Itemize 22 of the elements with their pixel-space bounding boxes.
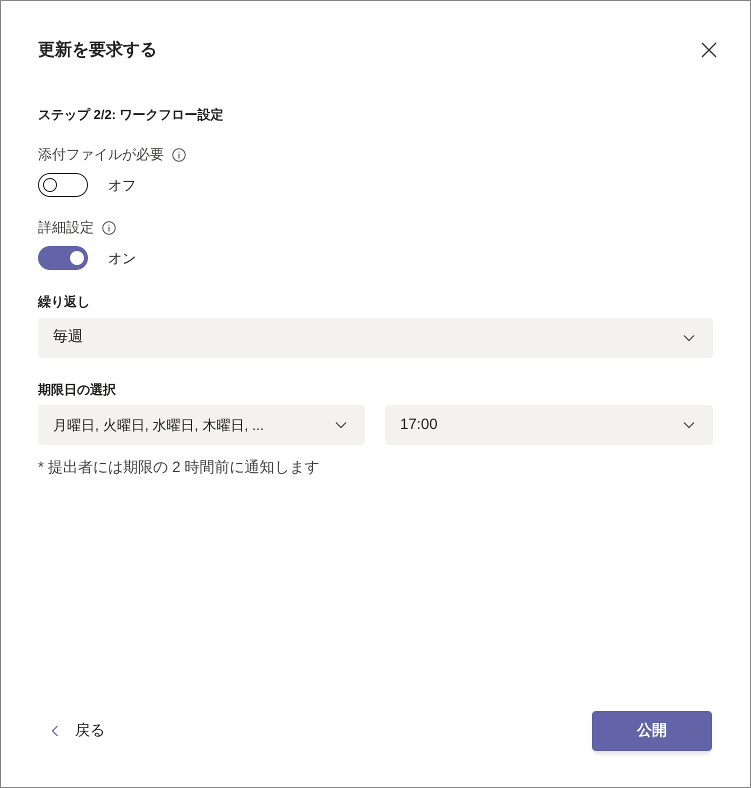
field-label: 繰り返し <box>38 293 91 311</box>
toggle-state-text: オン <box>108 248 136 268</box>
chevron-down-icon <box>683 421 695 429</box>
chevron-left-icon <box>51 725 59 737</box>
step-label: ステップ 2/2: ワークフロー設定 <box>38 106 225 124</box>
toggle-label: 詳細設定 <box>38 218 94 237</box>
info-icon[interactable] <box>102 220 116 234</box>
toggle-state-text: オフ <box>108 176 136 194</box>
dialog-title: 更新を要求する <box>38 39 157 61</box>
days-dropdown[interactable]: 月曜日, 火曜日, 水曜日, 木曜日, ... <box>38 405 365 445</box>
back-button[interactable]: 戻る <box>51 720 105 742</box>
chevron-down-icon <box>683 334 695 342</box>
notice-text: * 提出者には期限の 2 時間前に通知します <box>38 458 321 478</box>
toggle-switch[interactable] <box>38 173 88 197</box>
toggle-switch[interactable] <box>38 246 88 270</box>
time-dropdown[interactable]: 17:00 <box>385 405 713 445</box>
field-label: 期限日の選択 <box>38 380 117 398</box>
repeat-dropdown[interactable]: 毎週 <box>38 318 713 358</box>
info-icon[interactable] <box>172 148 186 162</box>
publish-button[interactable]: 公開 <box>592 711 712 751</box>
chevron-down-icon <box>335 421 347 429</box>
toggle-label: 添付ファイルが必要 <box>38 145 164 164</box>
